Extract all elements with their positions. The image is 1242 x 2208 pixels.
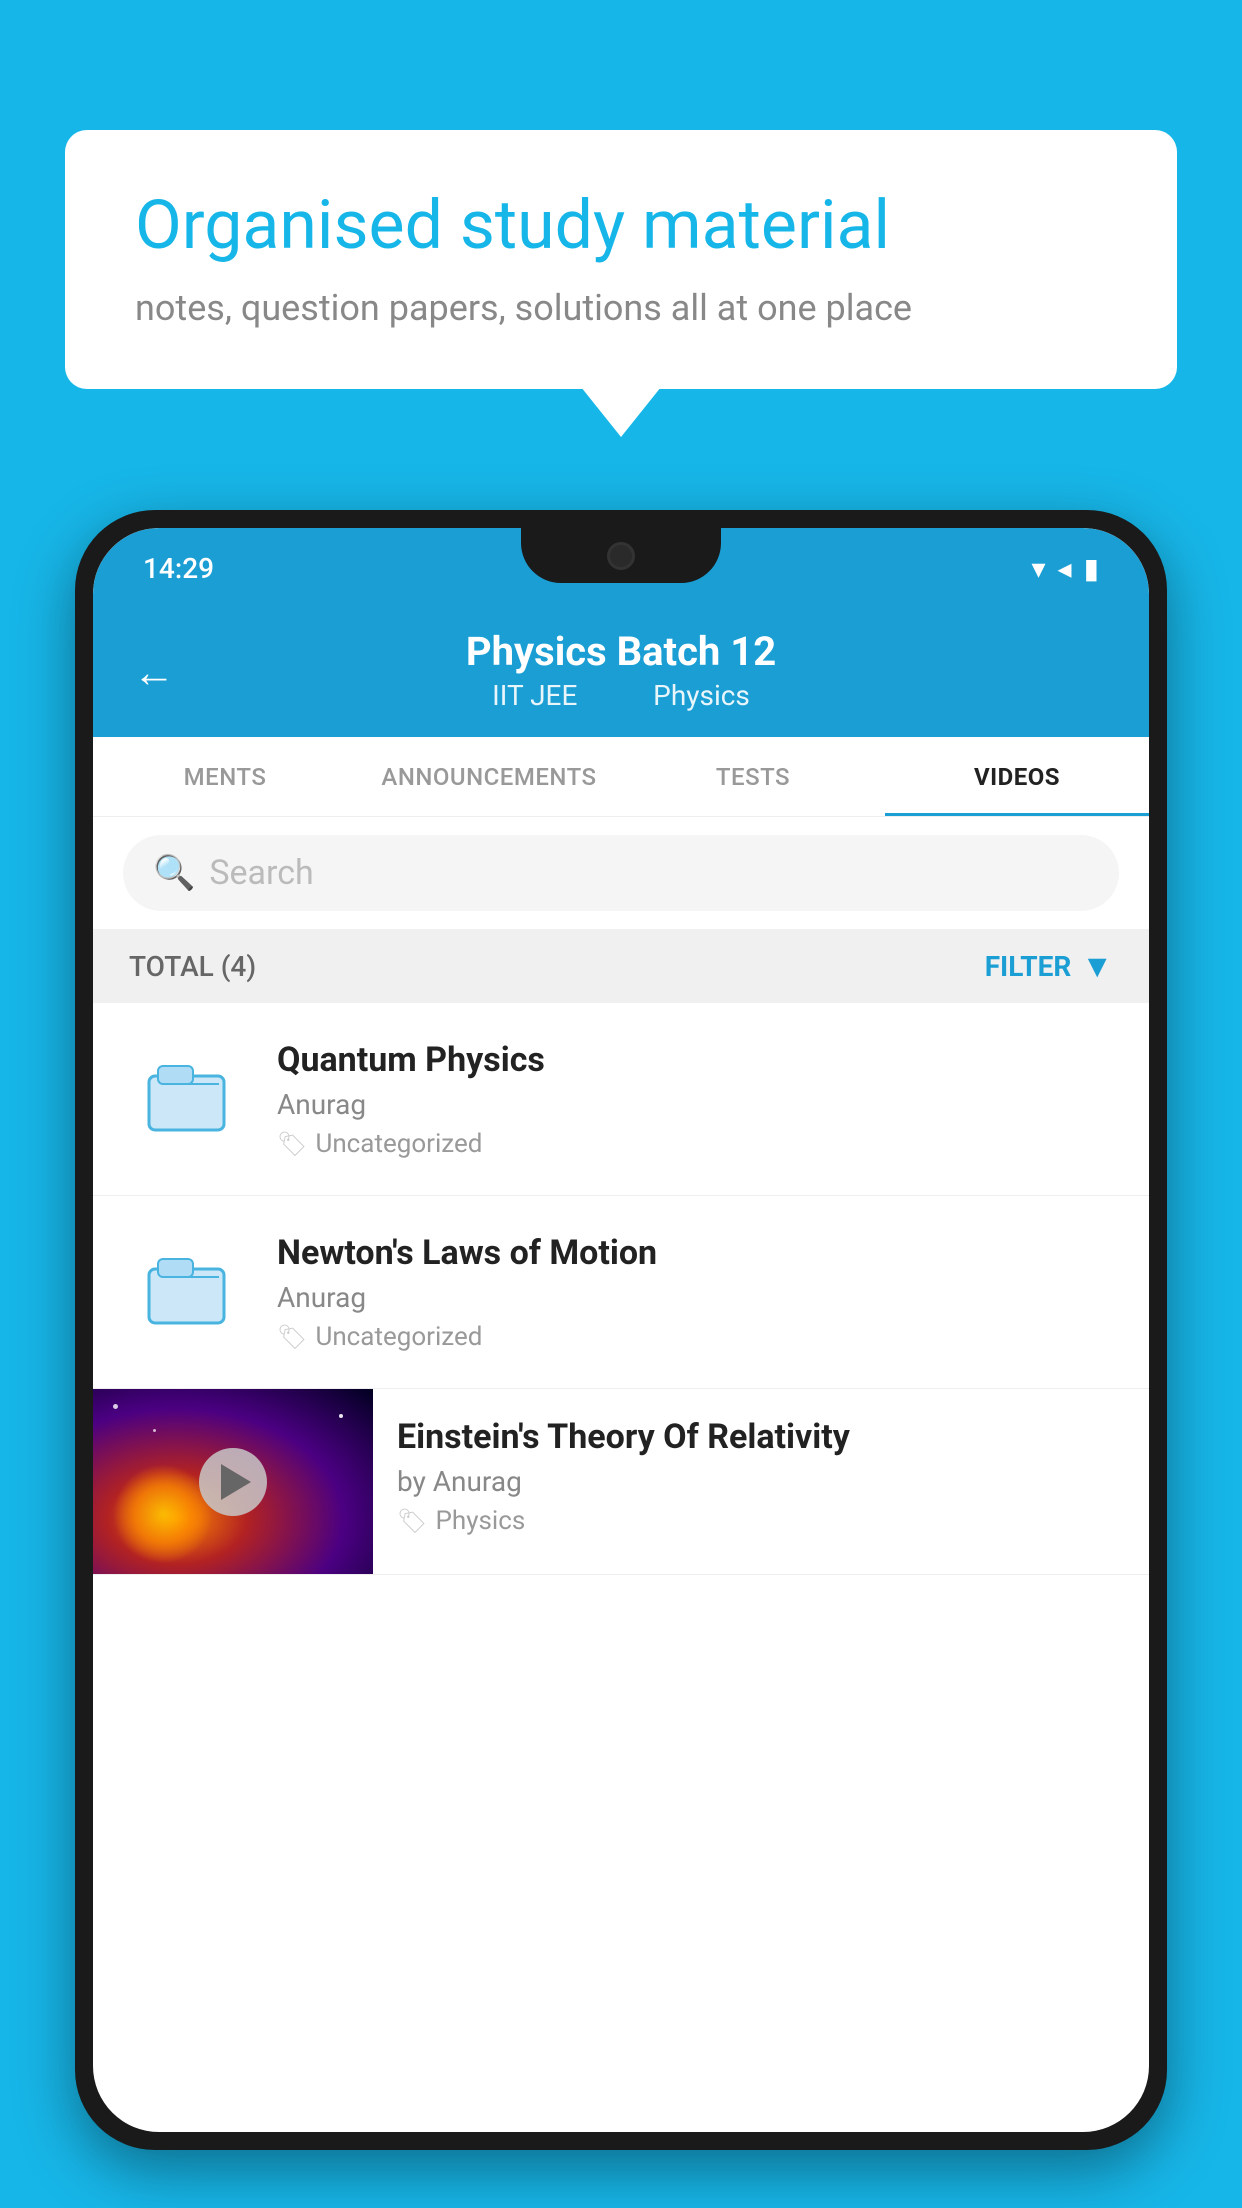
video-author-1: Anurag [277,1088,1113,1121]
play-button[interactable] [199,1448,267,1516]
video-tag-label-3: Physics [435,1506,525,1536]
video-tag-label-1: Uncategorized [315,1129,482,1159]
video-title-1: Quantum Physics [277,1040,1113,1080]
signal-icon: ◂ [1058,552,1072,585]
tabs-bar: MENTS ANNOUNCEMENTS TESTS VIDEOS [93,737,1149,817]
video-list: Quantum Physics Anurag 🏷 Uncategorized [93,1003,1149,1575]
einstein-thumbnail [93,1389,373,1574]
tag-icon-3: 🏷 [397,1507,427,1535]
app-subtitle: IIT JEE Physics [143,679,1099,712]
video-tag-2: 🏷 Uncategorized [277,1322,1113,1352]
back-button[interactable]: ← [133,648,175,697]
speech-bubble: Organised study material notes, question… [65,130,1177,389]
subtitle-iitjee: IIT JEE [492,679,577,712]
speech-bubble-area: Organised study material notes, question… [65,130,1177,389]
filter-row: TOTAL (4) FILTER ▼ [93,929,1149,1003]
status-bar: 14:29 ▾ ◂ ▮ [93,528,1149,608]
video-author-2: Anurag [277,1281,1113,1314]
video-tag-1: 🏷 Uncategorized [277,1129,1113,1159]
status-icons: ▾ ◂ ▮ [1031,552,1099,585]
notch [521,528,721,583]
tab-ments[interactable]: MENTS [93,737,357,816]
notch-camera [607,542,635,570]
phone-outer: 14:29 ▾ ◂ ▮ ← Physics Batch 12 IIT JEE P… [75,510,1167,2150]
list-item[interactable]: Einstein's Theory Of Relativity by Anura… [93,1389,1149,1575]
subtitle-sep [608,679,622,712]
tag-icon-1: 🏷 [277,1130,307,1158]
subtitle-physics: Physics [653,679,750,712]
video-info-1: Quantum Physics Anurag 🏷 Uncategorized [277,1040,1113,1159]
list-item[interactable]: Quantum Physics Anurag 🏷 Uncategorized [93,1003,1149,1196]
filter-label: FILTER [985,950,1072,983]
bubble-title: Organised study material [135,185,1107,267]
app-title: Physics Batch 12 [143,628,1099,675]
filter-icon: ▼ [1081,947,1113,985]
video-folder-icon-1 [129,1039,249,1159]
search-placeholder: Search [209,853,313,893]
tab-announcements[interactable]: ANNOUNCEMENTS [357,737,621,816]
wifi-icon: ▾ [1031,552,1045,585]
tab-videos[interactable]: VIDEOS [885,737,1149,816]
video-folder-icon-2 [129,1232,249,1352]
battery-icon: ▮ [1084,552,1099,585]
bubble-subtitle: notes, question papers, solutions all at… [135,287,1107,329]
video-tag-label-2: Uncategorized [315,1322,482,1352]
filter-button[interactable]: FILTER ▼ [985,947,1113,985]
video-author-3: by Anurag [397,1465,1121,1498]
video-info-2: Newton's Laws of Motion Anurag 🏷 Uncateg… [277,1233,1113,1352]
search-bar[interactable]: 🔍 Search [123,835,1119,911]
tag-icon-2: 🏷 [277,1323,307,1351]
video-info-3: Einstein's Theory Of Relativity by Anura… [373,1389,1149,1564]
app-header: ← Physics Batch 12 IIT JEE Physics [93,608,1149,737]
video-tag-3: 🏷 Physics [397,1506,1121,1536]
video-title-3: Einstein's Theory Of Relativity [397,1417,1121,1457]
video-title-2: Newton's Laws of Motion [277,1233,1113,1273]
status-time: 14:29 [143,552,214,585]
search-icon: 🔍 [153,853,195,893]
tab-tests[interactable]: TESTS [621,737,885,816]
phone-mockup: 14:29 ▾ ◂ ▮ ← Physics Batch 12 IIT JEE P… [75,510,1167,2208]
total-count: TOTAL (4) [129,950,256,983]
play-triangle [221,1464,251,1500]
list-item[interactable]: Newton's Laws of Motion Anurag 🏷 Uncateg… [93,1196,1149,1389]
search-container: 🔍 Search [93,817,1149,929]
phone-inner: 14:29 ▾ ◂ ▮ ← Physics Batch 12 IIT JEE P… [93,528,1149,2132]
